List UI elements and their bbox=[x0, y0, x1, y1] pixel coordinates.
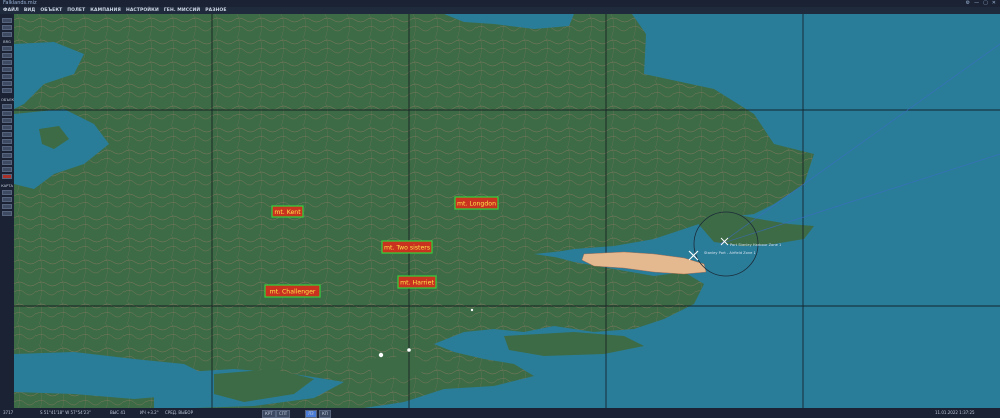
status-button-krt[interactable]: КРТ bbox=[262, 410, 276, 418]
label-mt-harriet[interactable]: mt. Harriet bbox=[397, 275, 437, 289]
toolbar-button-map-2[interactable] bbox=[2, 197, 12, 202]
toolbar-button-template[interactable] bbox=[2, 146, 12, 151]
toolbar-button-6[interactable] bbox=[2, 81, 12, 86]
toolbar-label-brg: BRG bbox=[3, 40, 11, 44]
status-alt-value: ИЧ +3.2° bbox=[140, 410, 159, 415]
window-controls: ⚙ — ▢ ✕ bbox=[966, 0, 996, 7]
toolbar-button-weather[interactable] bbox=[2, 160, 12, 165]
toolbar-button-ship[interactable] bbox=[2, 118, 12, 123]
toolbar-button-map-1[interactable] bbox=[2, 190, 12, 195]
svg-text:mt. Kent: mt. Kent bbox=[274, 209, 301, 216]
svg-text:mt. Harriet: mt. Harriet bbox=[400, 280, 434, 287]
toolbar-label-object: ОБЪЕКТ bbox=[1, 98, 17, 102]
toolbar-button-helicopter[interactable] bbox=[2, 111, 12, 116]
menu-view[interactable]: ВИД bbox=[24, 7, 36, 14]
menu-file[interactable]: ФАЙЛ bbox=[3, 7, 19, 14]
toolbar-button-map-3[interactable] bbox=[2, 204, 12, 209]
status-datetime: 11.01.2022 1:37:25 bbox=[935, 410, 975, 415]
menu-settings[interactable]: НАСТРОЙКИ bbox=[126, 7, 159, 14]
svg-text:mt. Challenger: mt. Challenger bbox=[270, 289, 316, 296]
map-object bbox=[378, 352, 384, 358]
toolbar-label-map: КАРТА bbox=[1, 184, 13, 188]
toolbar-button-goals[interactable] bbox=[2, 167, 12, 172]
window-title: Falklands.miz bbox=[3, 0, 37, 6]
toolbar-button-save[interactable] bbox=[2, 32, 12, 37]
status-button-spt[interactable]: СПТ bbox=[276, 410, 291, 418]
toolbar-button-trigger[interactable] bbox=[2, 153, 12, 158]
toolbar-button-static[interactable] bbox=[2, 132, 12, 137]
status-button-kp[interactable]: КП bbox=[319, 410, 331, 418]
status-altitude: 3717 bbox=[3, 410, 14, 415]
status-bar: 3717 S 51°41'18" W 57°54'23" ВЫС 41 ИЧ +… bbox=[0, 408, 1000, 418]
minimize-button[interactable]: — bbox=[974, 0, 979, 7]
toolbar-button-zone[interactable] bbox=[2, 139, 12, 144]
label-mt-challenger[interactable]: mt. Challenger bbox=[264, 284, 321, 298]
status-mode: СРЕД. ВЫБОР bbox=[165, 410, 193, 415]
harbour-marker-label[interactable]: Port Stanley Harbour Zone 1 bbox=[730, 243, 781, 247]
menu-bar: ФАЙЛ ВИД ОБЪЕКТ ПОЛЕТ КАМПАНИЯ НАСТРОЙКИ… bbox=[0, 7, 1000, 14]
map-object bbox=[470, 308, 474, 312]
svg-text:mt. Two sisters: mt. Two sisters bbox=[384, 245, 430, 252]
menu-misc[interactable]: РАЗНОЕ bbox=[205, 7, 226, 14]
toolbar-button-2[interactable] bbox=[2, 53, 12, 58]
toolbar-button-4[interactable] bbox=[2, 67, 12, 72]
settings-icon[interactable]: ⚙ bbox=[966, 0, 970, 7]
map-object bbox=[407, 348, 411, 352]
status-button-lz[interactable]: ЛЗ bbox=[305, 410, 317, 418]
label-mt-longdon[interactable]: mt. Longdon bbox=[454, 196, 499, 210]
toolbar-button-new[interactable] bbox=[2, 18, 12, 23]
close-button[interactable]: ✕ bbox=[992, 0, 996, 7]
label-mt-kent[interactable]: mt. Kent bbox=[271, 205, 304, 218]
map-canvas[interactable]: Stanley Port - Airfield Zone 1 Port Stan… bbox=[14, 14, 1000, 408]
toolbar-button-3[interactable] bbox=[2, 60, 12, 65]
toolbar-button-red[interactable] bbox=[2, 174, 12, 179]
toolbar-button-open[interactable] bbox=[2, 25, 12, 30]
toolbar-button-7[interactable] bbox=[2, 88, 12, 93]
toolbar-button-1[interactable] bbox=[2, 46, 12, 51]
airfield-marker-label[interactable]: Stanley Port - Airfield Zone 1 bbox=[704, 251, 756, 255]
toolbar-button-map-4[interactable] bbox=[2, 211, 12, 216]
toolbar-button-5[interactable] bbox=[2, 74, 12, 79]
menu-mission-generator[interactable]: ГЕН. МИССИЙ bbox=[164, 7, 200, 14]
menu-campaign[interactable]: КАМПАНИЯ bbox=[90, 7, 121, 14]
label-mt-two-sisters[interactable]: mt. Two sisters bbox=[381, 240, 433, 254]
svg-text:mt. Longdon: mt. Longdon bbox=[457, 201, 496, 208]
toolbar-button-vehicle[interactable] bbox=[2, 125, 12, 130]
status-heading: ВЫС 41 bbox=[110, 410, 126, 415]
maximize-button[interactable]: ▢ bbox=[983, 0, 988, 7]
toolbar-button-plane[interactable] bbox=[2, 104, 12, 109]
menu-flight[interactable]: ПОЛЕТ bbox=[67, 7, 85, 14]
left-toolbar: BRG ОБЪЕКТ КАРТА bbox=[0, 14, 17, 408]
title-bar: Falklands.miz ⚙ — ▢ ✕ bbox=[0, 0, 1000, 7]
menu-object[interactable]: ОБЪЕКТ bbox=[40, 7, 62, 14]
status-coordinates: S 51°41'18" W 57°54'23" bbox=[40, 410, 91, 415]
